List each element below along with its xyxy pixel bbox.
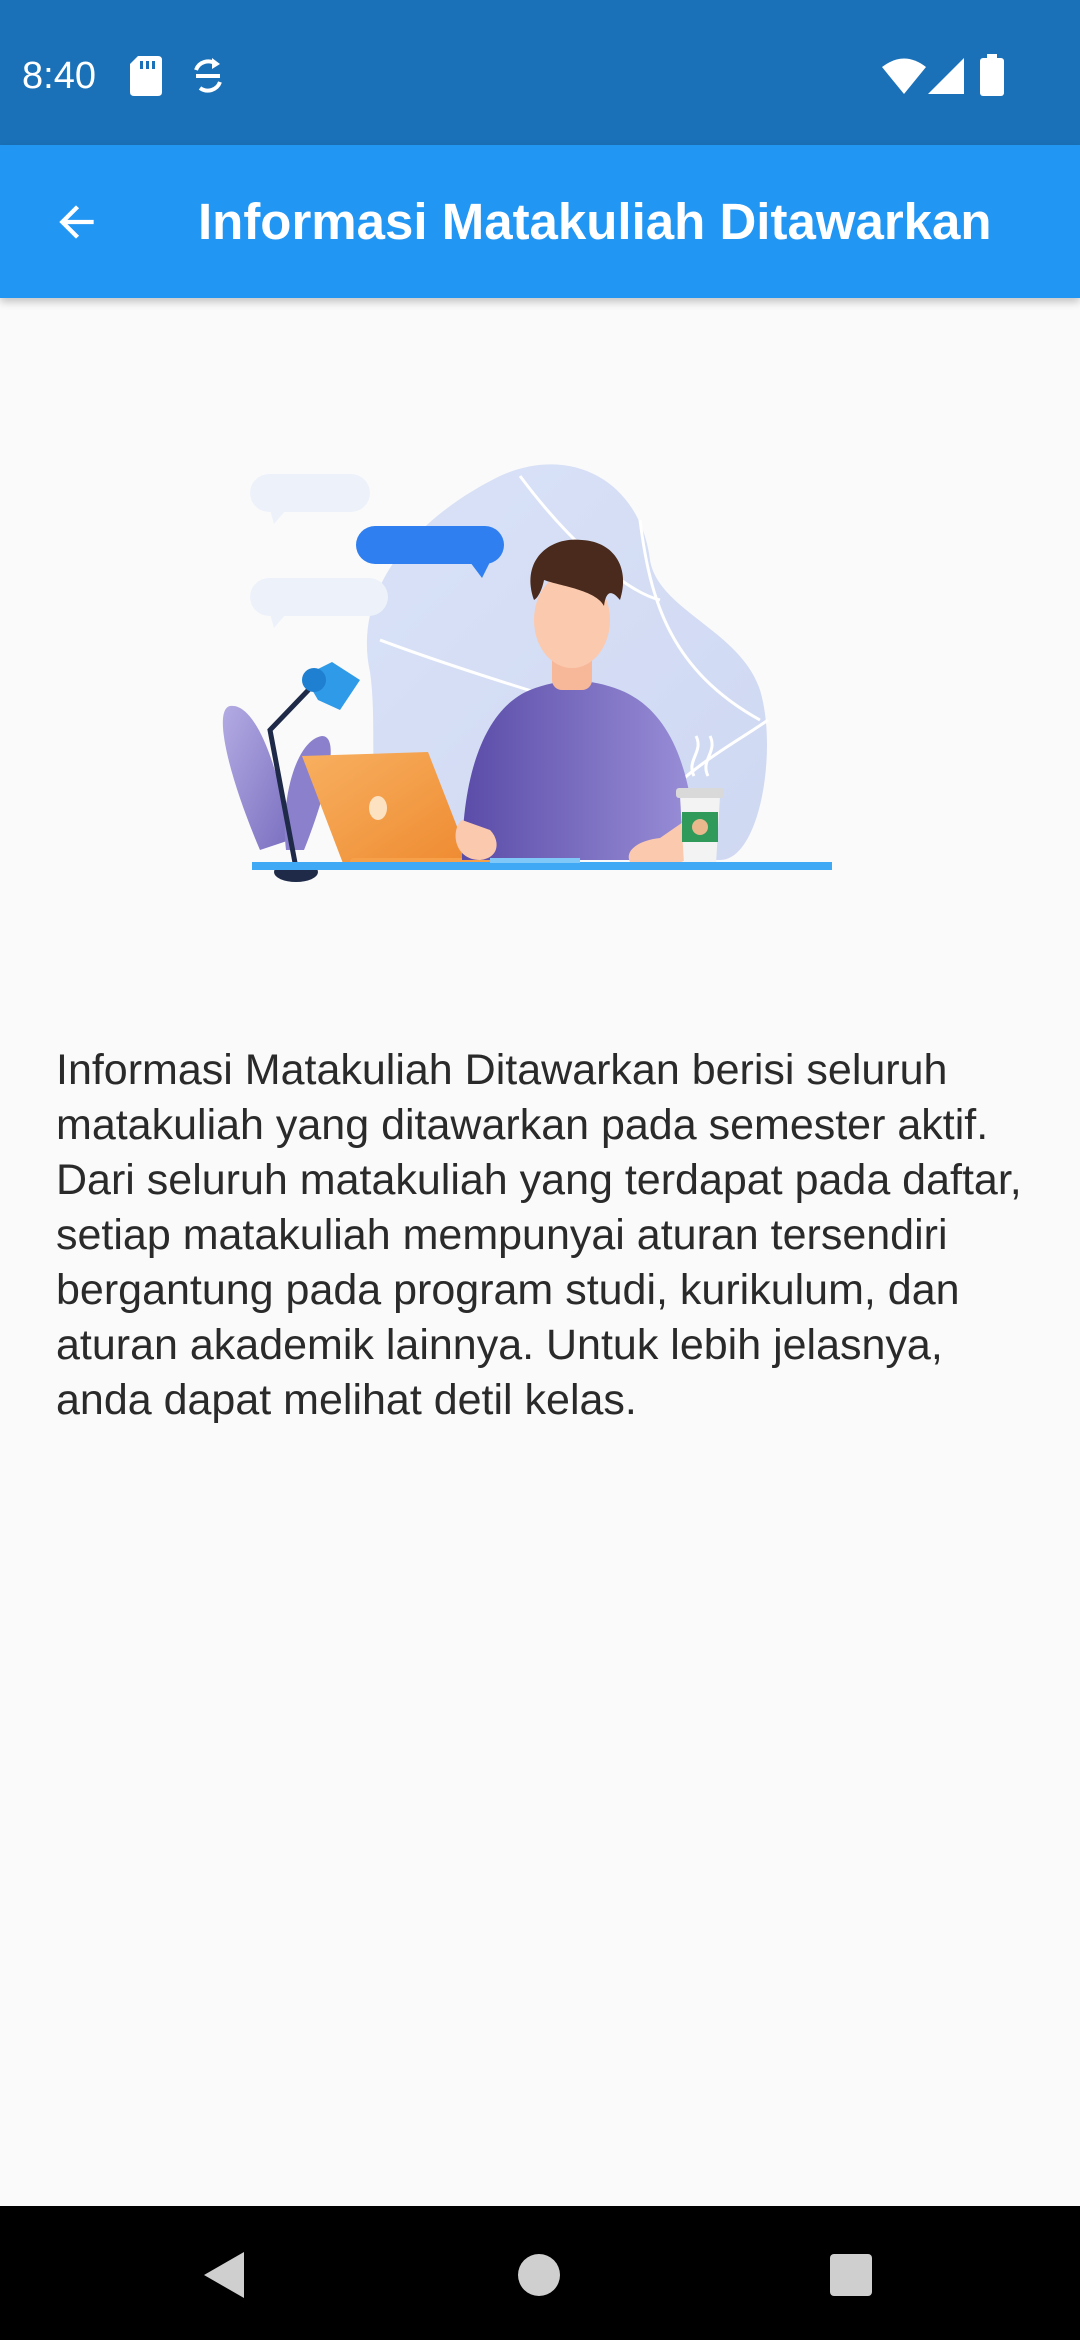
nav-recents-icon[interactable] — [830, 2254, 872, 2296]
wifi-icon — [882, 58, 926, 94]
battery-icon — [980, 54, 1004, 96]
description-text: Informasi Matakuliah Ditawarkan berisi s… — [56, 1046, 1022, 1424]
status-time: 8:40 — [22, 55, 96, 97]
sd-card-icon — [130, 56, 162, 96]
navigation-bar — [0, 2206, 1080, 2340]
page-title: Informasi Matakuliah Ditawarkan — [198, 193, 992, 250]
signal-icon — [928, 58, 964, 94]
sync-icon — [194, 58, 222, 93]
nav-home-icon[interactable] — [518, 2254, 560, 2296]
status-bar: 8:40 — [0, 0, 1080, 145]
arrow-back-icon — [59, 205, 94, 239]
person-working-illustration — [222, 464, 832, 882]
app-bar: Informasi Matakuliah Ditawarkan — [0, 145, 1080, 298]
nav-back-icon[interactable] — [200, 2250, 246, 2300]
back-button[interactable] — [40, 185, 114, 259]
